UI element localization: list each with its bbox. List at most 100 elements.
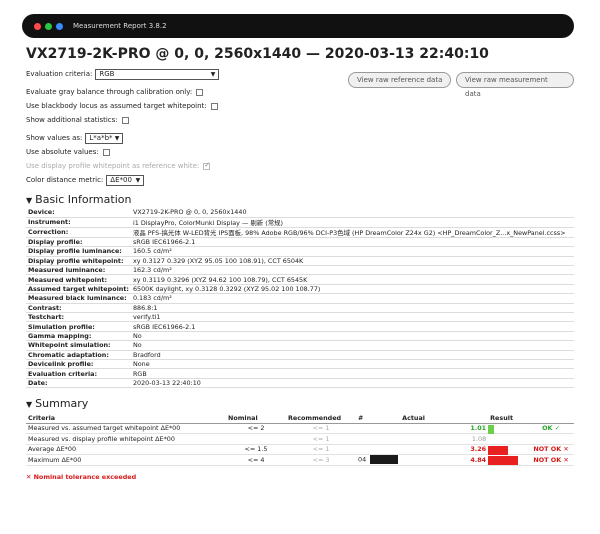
- window-titlebar: Measurement Report 3.8.2: [22, 14, 574, 38]
- gray-balance-checkbox[interactable]: [196, 88, 204, 96]
- additional-stats-row: Show additional statistics:: [26, 114, 574, 126]
- info-value: xy 0.3119 0.3296 (XYZ 94.62 100 108.79),…: [130, 274, 574, 285]
- info-value: 0.183 cd/m²: [130, 293, 574, 304]
- info-row: Chromatic adaptation: Bradford: [26, 350, 574, 360]
- info-row: Contrast: 886.8:1: [26, 303, 574, 314]
- absolute-values-checkbox[interactable]: [102, 148, 110, 156]
- info-key: Whitepoint simulation:: [26, 340, 131, 351]
- summary-recommended: <= 1: [286, 433, 356, 445]
- info-key: Measured luminance:: [26, 265, 131, 276]
- delta-e-bar: [488, 456, 519, 466]
- window-title: Measurement Report 3.8.2: [73, 22, 167, 30]
- summary-row: Measured vs. assumed target whitepoint Δ…: [26, 423, 574, 435]
- delta-e-bar: [488, 445, 509, 455]
- summary-actual: 1.08: [471, 434, 487, 443]
- summary-nominal: <= 1.5: [226, 444, 286, 456]
- info-key: Device:: [26, 208, 131, 218]
- summary-result-cell: [488, 433, 574, 445]
- view-raw-measurement-button[interactable]: View raw measurement data: [456, 72, 574, 98]
- blackbody-row: Use blackbody locus as assumed target wh…: [26, 100, 574, 112]
- info-row: Measured luminance: 162.3 cd/m²: [26, 265, 574, 276]
- info-row: Instrument: i1 DisplayPro, ColorMunki Dis…: [26, 217, 574, 228]
- summary-recommended: <= 1: [286, 444, 356, 456]
- summary-recommended: <= 3: [286, 454, 356, 466]
- summary-actual-cell: 1.08: [400, 433, 489, 445]
- summary-recommended: <= 1: [286, 423, 356, 435]
- report-content: VX2719-2K-PRO @ 0, 0, 2560x1440 — 2020-0…: [26, 44, 574, 481]
- info-value: 160.5 cd/m²: [130, 246, 574, 257]
- info-key: Simulation profile:: [26, 321, 131, 332]
- info-key: Instrument:: [26, 217, 131, 228]
- view-raw-reference-button[interactable]: View raw reference data: [348, 72, 452, 88]
- evaluation-criteria-value: RGB: [99, 69, 115, 78]
- actual-header: Actual: [400, 413, 489, 424]
- info-value: sRGB IEC61966-2.1: [130, 321, 574, 332]
- info-key: Chromatic adaptation:: [26, 350, 131, 360]
- gray-balance-label: Evaluate gray balance through calibratio…: [26, 88, 193, 96]
- summary-table: Criteria Nominal Recommended # Actual Re…: [26, 413, 574, 466]
- info-value: 162.3 cd/m²: [130, 265, 574, 276]
- info-row: Simulation profile: sRGB IEC61966-2.1: [26, 321, 574, 332]
- info-key: Display profile whitepoint:: [26, 256, 131, 267]
- basic-info-table: Device: VX2719-2K-PRO @ 0, 0, 2560x1440 In…: [26, 208, 574, 389]
- info-value: sRGB IEC61966-2.1: [130, 237, 574, 248]
- color-distance-select[interactable]: ΔE*00 ▼: [106, 174, 145, 186]
- info-row: Assumed target whitepoint: 6500K daylight…: [26, 284, 574, 295]
- summary-criteria: Maximum ΔE*00: [26, 454, 226, 466]
- info-row: Measured whitepoint: xy 0.3119 0.3296 (XY…: [26, 274, 574, 285]
- info-key: Display profile luminance:: [26, 246, 131, 257]
- summary-num: [356, 444, 401, 456]
- summary-row: Measured vs. display profile whitepoint …: [26, 433, 574, 445]
- summary-nominal: [226, 433, 286, 445]
- info-row: Date: 2020-03-13 22:40:10: [26, 378, 574, 389]
- info-row: Device: VX2719-2K-PRO @ 0, 0, 2560x1440: [26, 208, 574, 218]
- info-row: Gamma mapping: No: [26, 331, 574, 342]
- info-key: Display profile:: [26, 237, 131, 248]
- chevron-down-icon: ▼: [114, 134, 120, 142]
- info-key: Testchart:: [26, 312, 131, 323]
- info-key: Correction:: [26, 227, 131, 238]
- info-key: Devicelink profile:: [26, 359, 131, 370]
- absolute-values-label: Use absolute values:: [26, 148, 99, 156]
- chevron-down-icon: ▼: [135, 176, 141, 184]
- info-row: Whitepoint simulation: No: [26, 340, 574, 351]
- info-value: RGB: [130, 368, 574, 379]
- close-window-icon[interactable]: [34, 22, 41, 30]
- summary-result-cell: NOT OK ✕: [488, 454, 574, 466]
- maximize-window-icon[interactable]: [56, 22, 63, 30]
- summary-result: [511, 435, 551, 443]
- info-key: Measured black luminance:: [26, 293, 131, 304]
- evaluation-criteria-select[interactable]: RGB ▼: [95, 68, 220, 80]
- delta-e-bar: [488, 424, 495, 434]
- info-row: Measured black luminance: 0.183 cd/m²: [26, 293, 574, 304]
- info-value: 886.8:1: [130, 303, 574, 314]
- info-row: Evaluation criteria: RGB: [26, 368, 574, 379]
- display-profile-white-row: Use display profile whitepoint as refere…: [26, 160, 574, 172]
- info-value: 2020-03-13 22:40:10: [130, 378, 574, 389]
- info-row: Display profile: sRGB IEC61966-2.1: [26, 237, 574, 248]
- info-value: No: [130, 340, 574, 351]
- color-distance-label: Color distance metric:: [26, 176, 104, 184]
- summary-result: OK ✓: [542, 424, 561, 433]
- summary-actual: 3.26: [470, 445, 487, 454]
- summary-num: [356, 433, 401, 445]
- summary-criteria: Average ΔE*00: [26, 444, 226, 456]
- show-values-row: Show values as: L*a*b* ▼: [26, 132, 574, 144]
- summary-criteria: Measured vs. assumed target whitepoint Δ…: [26, 423, 226, 435]
- info-value: VX2719-2K-PRO @ 0, 0, 2560x1440: [130, 208, 574, 218]
- show-values-value: L*a*b*: [89, 133, 113, 142]
- basic-info-toggle[interactable]: ▼ Basic Information: [26, 192, 574, 208]
- blackbody-checkbox[interactable]: [210, 102, 218, 110]
- show-values-select[interactable]: L*a*b* ▼: [85, 132, 124, 144]
- additional-stats-checkbox[interactable]: [121, 116, 129, 124]
- info-row: Display profile whitepoint: xy 0.3127 0.3…: [26, 256, 574, 267]
- minimize-window-icon[interactable]: [45, 22, 52, 30]
- summary-actual-cell: 4.84: [400, 454, 489, 466]
- info-value: verify.ti1: [130, 312, 574, 323]
- info-value: No: [130, 331, 574, 342]
- summary-num: [356, 423, 401, 435]
- summary-toggle[interactable]: ▼ Summary: [26, 396, 574, 412]
- summary-header-row: Criteria Nominal Recommended # Actual Re…: [26, 413, 574, 424]
- info-key: Measured whitepoint:: [26, 274, 131, 285]
- summary-result-cell: NOT OK ✕: [488, 444, 574, 456]
